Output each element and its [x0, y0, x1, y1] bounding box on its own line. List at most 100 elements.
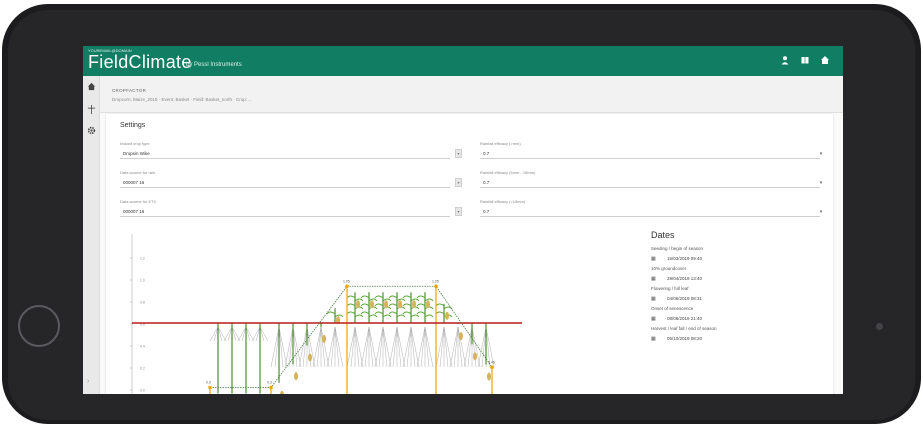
user-icon[interactable]	[779, 55, 791, 67]
rain-source-button[interactable]: ▾	[455, 178, 462, 187]
rain-source-field[interactable]: 000007 16	[120, 178, 450, 188]
calendar-icon[interactable]: ▦	[651, 334, 656, 344]
corn-cob	[412, 300, 416, 309]
rain-eff-3-label: Rainfall efficacy (>15mm)	[480, 199, 526, 204]
date-label: 10% groundcover	[651, 266, 687, 271]
root-line	[251, 326, 261, 342]
root-line	[368, 326, 374, 368]
plant-leaf	[374, 303, 384, 307]
app-logo[interactable]: FieldClimate	[88, 52, 192, 73]
root-line	[443, 326, 453, 368]
y-tick-label: 1.0	[140, 279, 145, 283]
crop-type-field[interactable]: Dropsin Wike	[120, 149, 450, 159]
corn-cob	[459, 332, 463, 341]
plant-leaf	[368, 298, 378, 302]
root-line	[245, 326, 255, 342]
date-field[interactable]: ▦ 04/06/2019 08:31	[651, 294, 826, 304]
root-line	[320, 326, 330, 368]
plant-leaf	[346, 303, 356, 307]
root-line	[312, 326, 322, 368]
root-line	[443, 326, 449, 368]
root-line	[471, 326, 481, 368]
page-header: CROPFACTOR Dropcorn, Maize_2015 · Event:…	[100, 76, 843, 113]
root-line	[368, 326, 378, 368]
root-line	[382, 326, 388, 368]
crop-factor-chart: 0.00.20.40.60.81.01.20.30.31.051.050.450…	[130, 234, 522, 394]
calendar-icon[interactable]: ▦	[651, 274, 656, 284]
root-line	[209, 326, 219, 342]
root-line	[354, 326, 364, 368]
select-arrow-icon[interactable]: ▾	[818, 208, 824, 216]
plant-leaf	[402, 311, 412, 315]
home-icon[interactable]	[819, 55, 831, 67]
date-label: Flowering / full leaf	[651, 286, 689, 291]
calendar-icon[interactable]: ▦	[651, 294, 656, 304]
root-line	[382, 326, 392, 368]
corn-cob	[426, 300, 430, 309]
date-field[interactable]: ▦ 15/03/2019 09:40	[651, 254, 826, 264]
corn-cob	[398, 300, 402, 309]
root-line	[330, 326, 336, 368]
root-line	[420, 326, 426, 368]
root-line	[217, 326, 227, 342]
select-arrow-icon[interactable]: ▾	[818, 179, 824, 187]
y-tick-label: 0.8	[140, 301, 145, 305]
calendar-icon[interactable]: ▦	[651, 314, 656, 324]
date-label: Seeding / begin of season	[651, 246, 704, 251]
date-label: Harvest / leaf fall / end of season	[651, 326, 717, 331]
plant-leaf	[396, 298, 406, 302]
date-field[interactable]: ▦ 05/10/2019 08:20	[651, 334, 826, 344]
root-line	[278, 326, 284, 368]
plant-leaf	[410, 298, 420, 302]
root-line	[334, 326, 340, 368]
et0-source-label: Data source for ET0	[120, 199, 156, 204]
crop-type-button[interactable]: ▾	[455, 149, 462, 158]
root-line	[217, 326, 223, 342]
home-icon[interactable]	[85, 82, 97, 94]
root-line	[392, 326, 398, 368]
crop-type-label: Instant crop type	[120, 141, 150, 146]
settings-title: Settings	[120, 122, 146, 129]
plant-leaf	[435, 311, 445, 315]
plant-leaf	[354, 314, 364, 318]
corn-cob	[445, 311, 449, 320]
et0-source-field[interactable]: 000007 16	[120, 207, 450, 217]
date-field[interactable]: ▦ 08/08/2019 21:40	[651, 314, 826, 324]
station-icon[interactable]	[85, 104, 97, 116]
page-title: CROPFACTOR	[112, 88, 147, 93]
kc-point	[490, 365, 494, 370]
corn-cob	[322, 334, 326, 343]
plant-leaf	[326, 311, 336, 315]
corn-cob	[294, 372, 298, 381]
root-line	[477, 326, 487, 368]
expand-chevron-icon[interactable]: ›	[87, 378, 89, 385]
home-button[interactable]	[18, 305, 60, 347]
corn-cob	[384, 300, 388, 309]
corn-cob	[473, 352, 477, 361]
plant-leaf	[374, 311, 384, 315]
rain-eff-3-select[interactable]: 0.7	[480, 207, 820, 217]
root-line	[284, 326, 294, 368]
settings-icon[interactable]	[85, 126, 97, 138]
root-line	[320, 326, 326, 368]
rain-eff-2-select[interactable]: 0.7	[480, 178, 820, 188]
root-line	[334, 326, 344, 368]
root-line	[278, 326, 288, 368]
calendar-icon[interactable]: ▦	[651, 254, 656, 264]
date-value: 08/08/2019 21:40	[667, 316, 703, 321]
date-field[interactable]: ▦ 29/04/2019 13:40	[651, 274, 826, 284]
plant-leaf	[388, 295, 398, 299]
et0-source-button[interactable]: ▾	[455, 207, 462, 216]
book-icon[interactable]	[799, 55, 811, 67]
select-arrow-icon[interactable]: ▾	[818, 150, 824, 158]
kc-point-label: 1.05	[343, 279, 350, 283]
root-line	[406, 326, 412, 368]
root-line	[259, 326, 265, 342]
dates-list: Seeding / begin of season ▦ 15/03/2019 09:…	[651, 244, 826, 344]
root-line	[223, 326, 233, 342]
root-line	[410, 326, 420, 368]
root-line	[350, 326, 356, 368]
rain-eff-1-select[interactable]: 0.7	[480, 149, 820, 159]
plant-leaf	[424, 314, 434, 318]
root-line	[245, 326, 251, 342]
